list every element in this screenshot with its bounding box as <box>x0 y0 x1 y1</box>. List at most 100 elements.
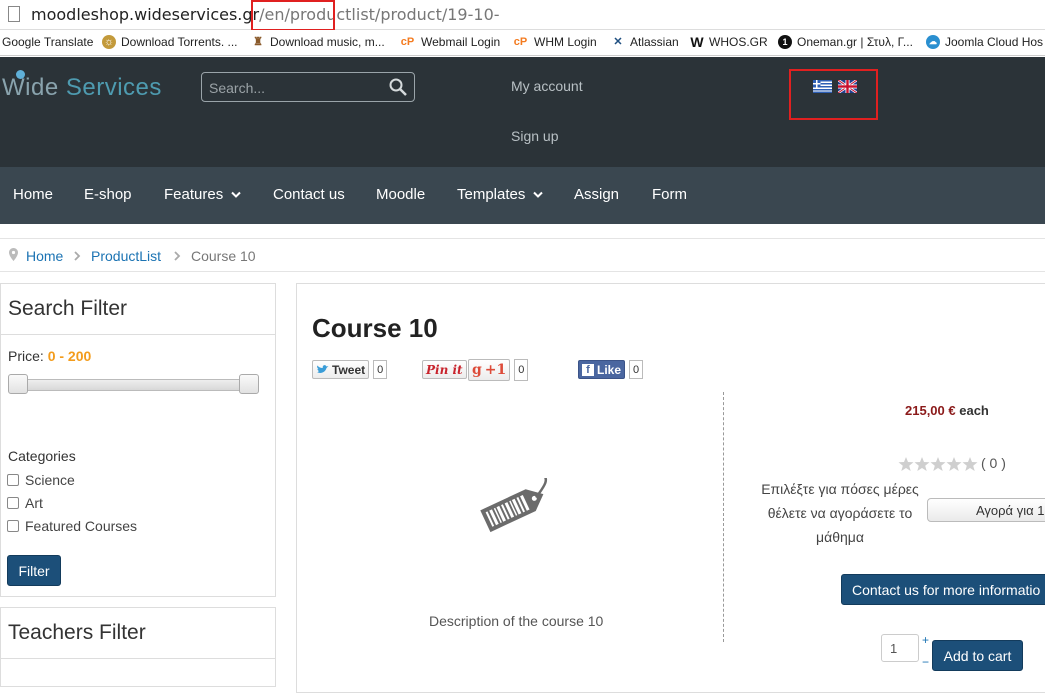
my-account-link[interactable]: My account <box>511 78 583 94</box>
product-title: Course 10 <box>312 313 438 343</box>
bookmark-label: Download music, m... <box>270 35 385 49</box>
quantity-plus-button[interactable]: + <box>922 633 929 647</box>
bookmark-label: Oneman.gr | Στυλ, Γ... <box>797 35 913 49</box>
site-header: Wide Services Search... My account Sign … <box>0 57 1045 167</box>
site-logo[interactable]: Wide Services <box>2 70 162 102</box>
price-slider-max-handle[interactable] <box>239 374 259 394</box>
flags-highlight-box <box>789 69 878 120</box>
nav-label: Features <box>164 186 224 203</box>
bookmarks-bar: Google Translate ☼ Download Torrents. ...… <box>0 30 1045 56</box>
facebook-share: f Like 0 <box>578 360 644 379</box>
cpanel-icon: cP <box>400 36 415 48</box>
filter-button[interactable]: Filter <box>7 555 61 586</box>
bookmark-atlassian[interactable]: ✕ Atlassian <box>611 35 678 49</box>
nav-assign[interactable]: Assign <box>574 186 619 203</box>
browser-url-bar[interactable]: moodleshop.wideservices.gr/en/productlis… <box>0 0 1045 30</box>
checkbox[interactable] <box>7 520 19 532</box>
gplus-label: +1 <box>484 361 507 378</box>
nav-label: Home <box>13 186 54 203</box>
facebook-like-button[interactable]: f Like <box>578 360 626 379</box>
logo-globe-icon <box>16 70 25 79</box>
bookmark-webmail-login[interactable]: cP Webmail Login <box>399 35 500 49</box>
bookmark-label: WHOS.GR <box>709 35 768 49</box>
quantity-minus-button[interactable]: − <box>922 655 929 669</box>
bookmark-label: Joomla Cloud Hos <box>945 35 1044 49</box>
bookmark-whos-gr[interactable]: W WHOS.GR <box>690 34 768 50</box>
whos-icon: W <box>690 34 704 50</box>
nav-templates[interactable]: Templates <box>457 186 544 203</box>
nav-moodle[interactable]: Moodle <box>376 186 425 203</box>
duration-select[interactable]: Αγορά για 1 <box>927 498 1045 522</box>
category-art[interactable]: Art <box>7 495 43 511</box>
breadcrumb-home[interactable]: Home <box>26 248 63 264</box>
category-label: Art <box>25 495 43 511</box>
categories-label: Categories <box>8 448 76 464</box>
search-icon[interactable] <box>388 77 408 97</box>
price-label-text: Price: <box>8 348 44 364</box>
bookmark-download-torrents[interactable]: ☼ Download Torrents. ... <box>102 35 238 49</box>
nav-form[interactable]: Form <box>652 186 687 203</box>
search-input[interactable]: Search... <box>201 72 415 102</box>
google-plus-share: g +1 0 <box>468 358 529 381</box>
star-icon <box>898 457 914 471</box>
pin-it-button[interactable]: Pin it <box>422 360 467 379</box>
duration-prompt: Επιλέξτε για πόσες μέρες θέλετε να αγορά… <box>761 481 919 545</box>
add-to-cart-button[interactable]: Add to cart <box>932 640 1023 671</box>
category-science[interactable]: Science <box>7 472 75 488</box>
nav-contact-us[interactable]: Contact us <box>273 186 345 203</box>
page-icon <box>8 6 20 22</box>
map-marker-icon <box>9 248 18 261</box>
category-label: Featured Courses <box>25 518 138 534</box>
checkbox[interactable] <box>7 497 19 509</box>
rating-count: ( 0 ) <box>981 455 1006 471</box>
breadcrumb-productlist[interactable]: ProductList <box>91 248 161 264</box>
contact-info-button[interactable]: Contact us for more informatio <box>841 574 1045 605</box>
bookmark-label: Google Translate <box>2 35 94 49</box>
twitter-bird-icon <box>317 365 329 373</box>
cpanel-icon: cP <box>513 36 528 48</box>
nav-label: Contact us <box>273 186 345 203</box>
google-plus-button[interactable]: g +1 <box>468 358 511 381</box>
bookmark-label: Webmail Login <box>421 35 501 49</box>
nav-home[interactable]: Home <box>13 186 53 203</box>
bookmark-joomla-cloud[interactable]: ☁ Joomla Cloud Hos <box>926 35 1043 49</box>
bookmark-oneman[interactable]: 1 Oneman.gr | Στυλ, Γ... <box>778 35 913 49</box>
chevron-right-icon <box>174 251 181 261</box>
nav-eshop[interactable]: E-shop <box>84 186 132 203</box>
main-navbar: Home E-shop Features Contact us Moodle T… <box>0 167 1045 224</box>
google-plus-icon: g <box>472 361 482 378</box>
nav-label: Form <box>652 186 687 203</box>
category-featured-courses[interactable]: Featured Courses <box>7 518 137 534</box>
category-label: Science <box>25 472 75 488</box>
rating-stars[interactable] <box>898 456 978 472</box>
star-icon <box>930 457 946 471</box>
star-icon <box>946 457 962 471</box>
cloud-icon: ☁ <box>926 35 940 49</box>
chevron-down-icon <box>231 191 241 198</box>
product-description: Description of the course 10 <box>429 613 604 629</box>
price-tag-icon <box>480 478 548 533</box>
tweet-label: Tweet <box>332 362 366 377</box>
like-count: 0 <box>629 360 644 379</box>
price-suffix: each <box>959 403 989 418</box>
column-divider <box>723 392 724 642</box>
tweet-button[interactable]: Tweet <box>312 360 370 379</box>
star-icon <box>914 457 930 471</box>
product-panel <box>296 283 1045 693</box>
bookmark-download-music[interactable]: ♜ Download music, m... <box>251 35 385 49</box>
like-label: Like <box>597 362 622 377</box>
price-slider-min-handle[interactable] <box>8 374 28 394</box>
price-slider[interactable] <box>8 379 258 391</box>
breadcrumb-current: Course 10 <box>191 248 256 264</box>
productlist-highlight-box <box>251 0 335 31</box>
checkbox[interactable] <box>7 474 19 486</box>
quantity-input[interactable]: 1 <box>881 634 919 662</box>
sign-up-link[interactable]: Sign up <box>511 128 558 144</box>
price-range-value: 0 - 200 <box>47 348 92 364</box>
bookmark-google-translate[interactable]: Google Translate <box>2 35 93 49</box>
panel-divider <box>1 658 275 659</box>
bookmark-whm-login[interactable]: cP WHM Login <box>512 35 597 49</box>
url-host: moodleshop.wideservices.gr <box>31 5 260 24</box>
nav-features[interactable]: Features <box>164 186 241 203</box>
star-icon <box>962 457 978 471</box>
